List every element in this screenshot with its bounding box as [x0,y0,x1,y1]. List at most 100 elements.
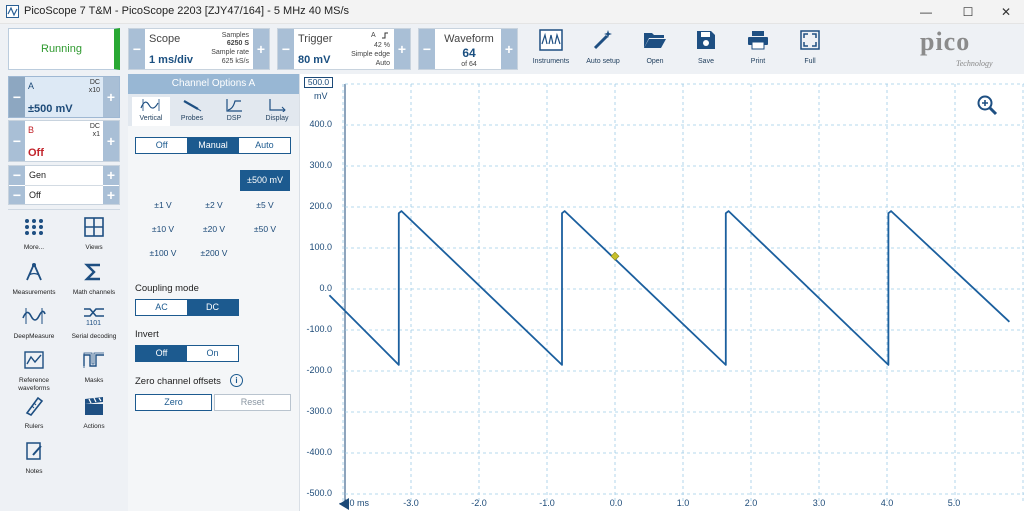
dsp-icon [226,99,242,112]
channel-b-control[interactable]: − B DC x1 Off + [8,120,120,162]
generator-control[interactable]: − − Gen Off + + [8,165,120,205]
waveform-total: of 64 [461,61,477,68]
gen-off-increase-button[interactable]: + [103,186,119,204]
range-option[interactable]: ±200 V [191,248,237,258]
trigger-level-value[interactable]: 80 mV [298,54,330,66]
full-label: Full [804,58,816,65]
pico-logo: pico Technology [912,27,1012,71]
invert-off[interactable]: Off [136,346,187,361]
range-option[interactable]: ±1 V [140,200,186,210]
run-status-button[interactable]: Running [8,28,120,70]
range-mode-auto[interactable]: Auto [239,138,290,153]
serial-decoding-button[interactable]: 1101 Serial decoding [64,306,124,341]
vertical-icon [140,99,160,111]
x-first-label: -4.0 ms [338,498,369,508]
scope-view[interactable]: 500.0 mV 400.0 300.0 200.0 100.0 0.0 -10… [300,74,1024,511]
channel-b-increase-button[interactable]: + [103,121,119,161]
range-option[interactable]: ±100 V [140,248,186,258]
timebase-increase-button[interactable]: + [253,29,269,69]
measurements-button[interactable]: Measurements [4,262,64,297]
masks-button[interactable]: Masks [64,350,124,385]
trigger-decrease-button[interactable]: − [278,29,294,69]
samples-value[interactable]: 6250 S [227,40,249,47]
range-option[interactable]: ±10 V [140,224,186,234]
waveform-plot[interactable] [300,74,1024,511]
full-screen-button[interactable]: Full [782,27,838,71]
range-option[interactable]: ±5 V [242,200,288,210]
range-mode-off[interactable]: Off [136,138,187,153]
waveform-next-button[interactable]: + [501,29,517,69]
minimize-button[interactable]: — [904,0,948,24]
reference-waveforms-button[interactable]: Reference waveforms [4,350,64,393]
actions-label: Actions [83,423,105,430]
gen-off-decrease-button[interactable]: − [9,186,25,204]
gen-increase-button[interactable]: + [103,166,119,185]
sample-rate-value: 625 kS/s [221,58,249,65]
rulers-label: Rulers [24,423,44,430]
gen-state[interactable]: Off [29,190,41,200]
notes-label: Notes [25,468,43,475]
gen-decrease-button[interactable]: − [9,166,25,185]
invert-on[interactable]: On [187,346,238,361]
tab-vertical-label: Vertical [139,115,163,122]
rising-edge-icon [382,32,388,39]
range-option[interactable]: ±20 V [191,224,237,234]
x-tick-label: -1.0 [539,498,555,508]
coupling-ac[interactable]: AC [136,300,187,315]
trigger-title: Trigger [298,33,333,45]
range-option[interactable]: ±50 V [242,224,288,234]
notes-icon [26,442,42,460]
reset-button[interactable]: Reset [214,394,291,411]
tab-probes[interactable]: Probes [173,97,211,126]
range-mode-manual[interactable]: Manual [187,138,239,153]
trigger-increase-button[interactable]: + [394,29,410,69]
print-button[interactable]: Print [730,27,786,71]
auto-setup-button[interactable]: Auto setup [575,27,631,71]
timebase-decrease-button[interactable]: − [129,29,145,69]
actions-button[interactable]: Actions [64,396,124,431]
sigma-icon [84,263,100,281]
notes-button[interactable]: Notes [4,441,64,476]
info-icon[interactable]: i [230,374,243,387]
views-grid-icon [84,217,104,237]
tab-display[interactable]: Display [257,97,297,126]
invert-title: Invert [135,329,159,340]
logo-text: pico [920,27,971,56]
math-channels-button[interactable]: Math channels [64,262,124,297]
svg-text:1101: 1101 [86,320,101,326]
channel-b-probe: x1 [92,131,100,138]
scope-panel: − Scope 1 ms/div Samples 6250 S Sample r… [128,28,270,70]
left-sidebar: − A DC x10 ±500 mV + − B DC x1 Off + − −… [0,74,128,511]
tab-vertical[interactable]: Vertical [132,97,170,126]
channel-a-control[interactable]: − A DC x10 ±500 mV + [8,76,120,118]
deepmeasure-button[interactable]: DeepMeasure [4,306,64,341]
channel-options-header: Channel Options A [128,74,299,94]
rulers-button[interactable]: Rulers [4,396,64,431]
coupling-dc[interactable]: DC [187,300,238,315]
waveform-title: Waveform [444,33,494,45]
x-tick-label: 4.0 [880,498,894,508]
range-option[interactable]: ±2 V [191,200,237,210]
channel-b-state[interactable]: Off [28,147,44,159]
x-tick-label: -3.0 [403,498,419,508]
close-button[interactable]: ✕ [984,0,1024,24]
save-button[interactable]: Save [678,27,734,71]
x-tick-label: 2.0 [744,498,758,508]
deepmeasure-icon [22,308,46,324]
instruments-button[interactable]: Instruments [523,27,579,71]
tab-dsp[interactable]: DSP [215,97,253,126]
waveform-prev-button[interactable]: − [419,29,435,69]
channel-a-decrease-button[interactable]: − [9,77,25,117]
zero-button[interactable]: Zero [135,394,212,411]
selected-range-button[interactable]: ±500 mV [240,170,290,191]
views-button[interactable]: Views [64,217,124,252]
zoom-button[interactable] [976,94,998,116]
waveform-current[interactable]: 64 [437,46,501,60]
channel-a-increase-button[interactable]: + [103,77,119,117]
open-button[interactable]: Open [627,27,683,71]
more-button[interactable]: More... [4,217,64,252]
channel-a-range[interactable]: ±500 mV [28,103,73,115]
channel-a-name: A [28,81,35,91]
channel-b-decrease-button[interactable]: − [9,121,25,161]
timebase-value[interactable]: 1 ms/div [149,54,193,66]
